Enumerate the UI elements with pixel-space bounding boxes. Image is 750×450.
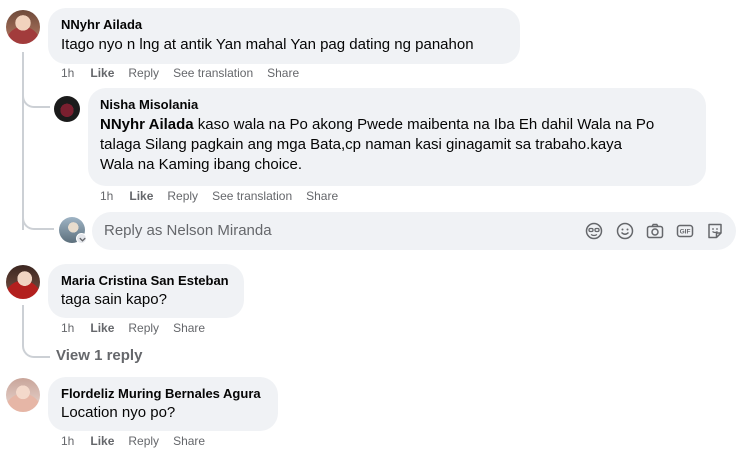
- thread-line: [22, 52, 24, 230]
- comment-text: taga sain kapo?: [61, 291, 167, 308]
- chevron-down-icon[interactable]: [76, 233, 87, 244]
- reply-button[interactable]: Reply: [128, 66, 159, 80]
- reply-actions: 1h Like Reply See translation Share: [100, 189, 352, 203]
- sticker-icon[interactable]: [705, 221, 725, 241]
- comment-time[interactable]: 1h: [61, 434, 74, 448]
- reply-time[interactable]: 1h: [100, 189, 113, 203]
- comment-actions: 1h Like Reply Share: [61, 434, 219, 448]
- reply-text-line: kaso wala na Po akong Pwede maibenta na …: [193, 116, 655, 133]
- reply-input-placeholder: Reply as Nelson Miranda: [104, 222, 272, 239]
- comment-bubble: Flordeliz Muring Bernales Agura Location…: [48, 377, 278, 431]
- like-button[interactable]: Like: [90, 321, 114, 335]
- thread-branch-reply: [22, 90, 50, 108]
- mention-link[interactable]: NNyhr Ailada: [100, 116, 194, 133]
- svg-text:GIF: GIF: [680, 229, 691, 236]
- share-button[interactable]: Share: [306, 189, 338, 203]
- avatar-sticker-icon[interactable]: [584, 221, 604, 241]
- comment-actions: 1h Like Reply See translation Share: [61, 66, 313, 80]
- reply-button[interactable]: Reply: [128, 321, 159, 335]
- comment-bubble: NNyhr Ailada Itago nyo n lng at antik Ya…: [48, 8, 520, 64]
- reply-text: NNyhr Ailada kaso wala na Po akong Pwede…: [100, 115, 700, 175]
- reply-button[interactable]: Reply: [128, 434, 159, 448]
- comment-text: Location nyo po?: [61, 404, 176, 421]
- like-button[interactable]: Like: [90, 66, 114, 80]
- share-button[interactable]: Share: [173, 321, 205, 335]
- comment-time[interactable]: 1h: [61, 66, 74, 80]
- thread-branch: [22, 336, 50, 358]
- share-button[interactable]: Share: [267, 66, 299, 80]
- see-translation-link[interactable]: See translation: [212, 189, 292, 203]
- comment-author[interactable]: Maria Cristina San Esteban: [61, 273, 229, 288]
- reply-text-line: talaga Silang pagkain ang mga Bata,cp na…: [100, 136, 623, 153]
- like-button[interactable]: Like: [90, 434, 114, 448]
- see-translation-link[interactable]: See translation: [173, 66, 253, 80]
- comment-author[interactable]: Flordeliz Muring Bernales Agura: [61, 386, 261, 401]
- like-button[interactable]: Like: [129, 189, 153, 203]
- comment-text: Itago nyo n lng at antik Yan mahal Yan p…: [61, 36, 474, 53]
- avatar[interactable]: [6, 265, 40, 299]
- comment-actions: 1h Like Reply Share: [61, 321, 219, 335]
- share-button[interactable]: Share: [173, 434, 205, 448]
- comment-bubble: Maria Cristina San Esteban taga sain kap…: [48, 264, 244, 318]
- emoji-icon[interactable]: [615, 221, 635, 241]
- comment-author[interactable]: NNyhr Ailada: [61, 17, 142, 32]
- gif-icon[interactable]: GIF: [675, 221, 695, 241]
- reply-bubble: Nisha Misolania NNyhr Ailada kaso wala n…: [88, 88, 706, 186]
- camera-icon[interactable]: [645, 221, 665, 241]
- avatar[interactable]: [6, 10, 40, 44]
- thread-branch: [22, 212, 54, 230]
- avatar[interactable]: [54, 96, 80, 122]
- reply-author[interactable]: Nisha Misolania: [100, 97, 198, 112]
- view-replies-link[interactable]: View 1 reply: [56, 347, 142, 364]
- reply-button[interactable]: Reply: [167, 189, 198, 203]
- comment-time[interactable]: 1h: [61, 321, 74, 335]
- reply-text-line: Wala na Kaming ibang choice.: [100, 156, 303, 173]
- avatar[interactable]: [6, 378, 40, 412]
